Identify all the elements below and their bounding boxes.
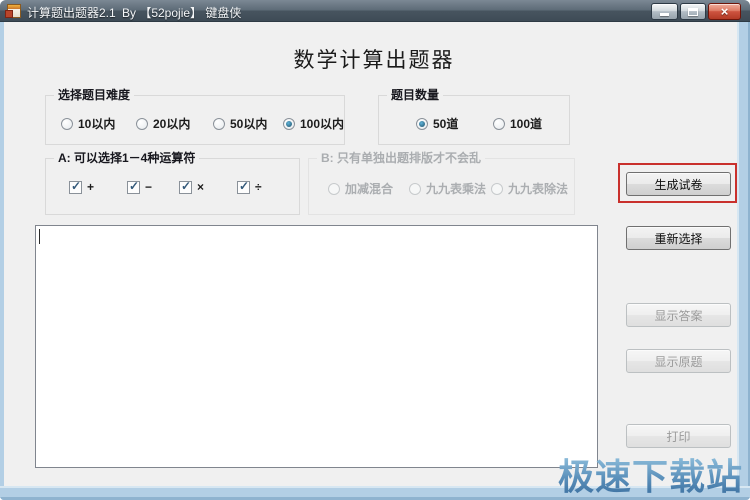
close-icon: × bbox=[720, 4, 729, 19]
operator-multiply[interactable]: × bbox=[179, 179, 205, 194]
radio-checked-icon bbox=[416, 117, 428, 130]
maximize-icon bbox=[688, 7, 698, 16]
option-label: 100道 bbox=[510, 117, 543, 131]
quantity-option-100[interactable]: 100道 bbox=[493, 115, 542, 132]
checkbox-checked-icon bbox=[127, 179, 140, 194]
difficulty-option-20[interactable]: 20以内 bbox=[136, 115, 190, 132]
option-label: − bbox=[145, 180, 153, 194]
checkbox-checked-icon bbox=[237, 179, 250, 194]
mode-multiplication-table[interactable]: 九九表乘法 bbox=[409, 180, 486, 197]
radio-disabled-icon bbox=[491, 182, 503, 195]
radio-icon bbox=[213, 117, 225, 130]
operator-divide[interactable]: ÷ bbox=[237, 179, 262, 194]
difficulty-group: 选择题目难度 10以内 20以内 50以内 100以内 bbox=[45, 88, 345, 145]
difficulty-group-label: 选择题目难度 bbox=[54, 88, 135, 103]
difficulty-option-10[interactable]: 10以内 bbox=[61, 115, 115, 132]
option-label: 50道 bbox=[433, 117, 459, 131]
window-title-byline: By 【52pojie】 键盘侠 bbox=[122, 6, 242, 20]
site-watermark: 极速下载站 bbox=[558, 448, 743, 500]
mode-group: B: 只有单独出题排版才不会乱 加减混合 九九表乘法 九九表除法 bbox=[308, 151, 575, 215]
reselect-button[interactable]: 重新选择 bbox=[626, 226, 731, 250]
quantity-group: 题目数量 50道 100道 bbox=[378, 88, 570, 145]
text-caret bbox=[39, 229, 40, 244]
radio-icon bbox=[61, 117, 73, 130]
show-original-button[interactable]: 显示原题 bbox=[626, 349, 731, 373]
mode-division-table[interactable]: 九九表除法 bbox=[491, 180, 568, 197]
option-label: 20以内 bbox=[153, 117, 191, 131]
operator-group: A: 可以选择1－4种运算符 + − × ÷ bbox=[45, 151, 300, 215]
option-label: 九九表乘法 bbox=[426, 182, 487, 196]
print-button[interactable]: 打印 bbox=[626, 424, 731, 448]
radio-checked-icon bbox=[283, 117, 295, 130]
radio-disabled-icon bbox=[409, 182, 421, 195]
difficulty-option-100[interactable]: 100以内 bbox=[283, 115, 344, 132]
checkbox-checked-icon bbox=[69, 179, 82, 194]
option-label: 九九表除法 bbox=[508, 182, 569, 196]
window-controls: × bbox=[651, 3, 741, 20]
page-title: 数学计算出题器 bbox=[293, 49, 455, 72]
window-title: 计算题出题器2.1 bbox=[27, 6, 116, 20]
generate-button[interactable]: 生成试卷 bbox=[626, 172, 731, 196]
titlebar: 计算题出题器2.1 By 【52pojie】 键盘侠 × bbox=[0, 0, 750, 22]
option-label: 100以内 bbox=[300, 117, 345, 131]
maximize-button[interactable] bbox=[680, 3, 706, 20]
app-window: 计算题出题器2.1 By 【52pojie】 键盘侠 × 数学计算出题器 选择题… bbox=[0, 0, 750, 500]
radio-icon bbox=[136, 117, 148, 130]
operator-plus[interactable]: + bbox=[69, 179, 95, 194]
option-label: 10以内 bbox=[78, 117, 116, 131]
show-answers-button[interactable]: 显示答案 bbox=[626, 303, 731, 327]
option-label: 加减混合 bbox=[345, 182, 394, 196]
radio-icon bbox=[493, 117, 505, 130]
quantity-option-50[interactable]: 50道 bbox=[416, 115, 458, 132]
mode-group-label: B: 只有单独出题排版才不会乱 bbox=[317, 151, 485, 166]
app-icon bbox=[5, 4, 21, 18]
close-button[interactable]: × bbox=[708, 3, 741, 20]
option-label: × bbox=[197, 180, 205, 194]
difficulty-option-50[interactable]: 50以内 bbox=[213, 115, 267, 132]
operator-minus[interactable]: − bbox=[127, 179, 153, 194]
window-border-right bbox=[737, 22, 750, 486]
mode-mixed-add-subtract[interactable]: 加减混合 bbox=[328, 180, 393, 197]
client-area: 数学计算出题器 选择题目难度 10以内 20以内 50以内 100以内 题目数量… bbox=[4, 22, 737, 486]
option-label: ÷ bbox=[255, 180, 262, 194]
operator-group-label: A: 可以选择1－4种运算符 bbox=[54, 151, 200, 166]
option-label: 50以内 bbox=[230, 117, 268, 131]
quantity-group-label: 题目数量 bbox=[387, 88, 444, 103]
checkbox-checked-icon bbox=[179, 179, 192, 194]
minimize-icon bbox=[660, 13, 669, 16]
output-textarea[interactable] bbox=[35, 225, 598, 468]
option-label: + bbox=[87, 180, 95, 194]
radio-disabled-icon bbox=[328, 182, 340, 195]
minimize-button[interactable] bbox=[651, 3, 678, 20]
